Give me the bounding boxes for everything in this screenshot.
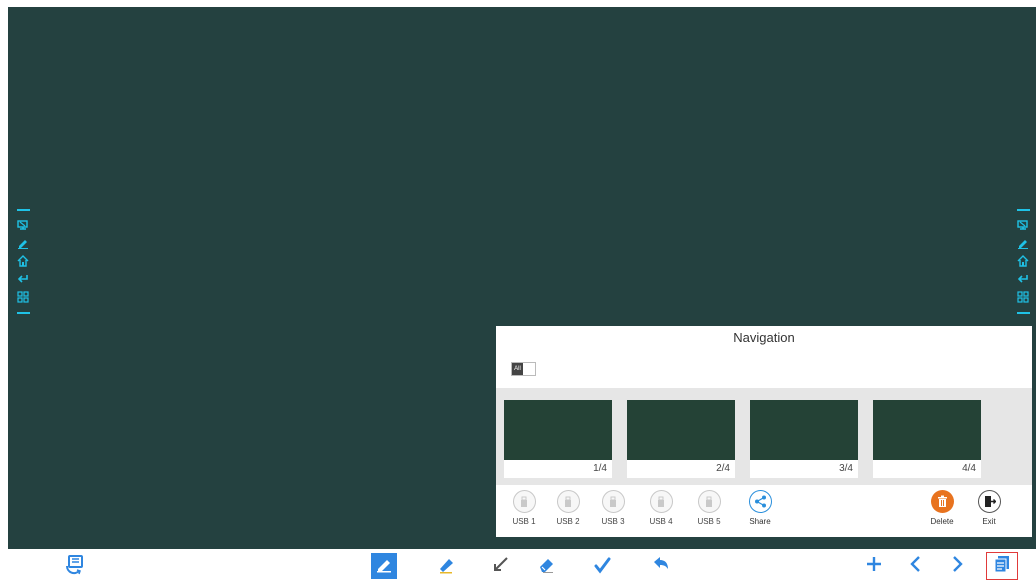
select-tool-button[interactable] [589, 553, 615, 579]
all-toggle-label: All [512, 363, 523, 375]
pen-icon [375, 555, 393, 578]
usb-icon [697, 490, 721, 513]
side-toolbar-handle[interactable] [1016, 312, 1030, 314]
eraser-icon [537, 554, 557, 579]
pen-icon[interactable] [1016, 236, 1030, 250]
highlighter-tool-button[interactable] [433, 553, 459, 579]
delete-label: Delete [930, 517, 954, 526]
undo-button[interactable] [648, 553, 674, 579]
page-preview [750, 400, 858, 460]
page-thumbnail[interactable]: 1/4 [504, 400, 612, 478]
next-page-icon [949, 555, 965, 578]
share-label: Share [749, 517, 771, 526]
share-icon [748, 490, 772, 513]
eraser-tool-button[interactable] [534, 553, 560, 579]
page-number: 4/4 [962, 463, 976, 474]
screen-switch-icon[interactable] [1016, 218, 1030, 232]
sync-icon [64, 553, 86, 580]
usb-4-button[interactable]: USB 4 [641, 490, 681, 526]
side-toolbar-handle[interactable] [16, 209, 30, 211]
pointer-tool-button[interactable] [488, 553, 514, 579]
add-page-icon [865, 555, 883, 578]
next-page-button[interactable] [944, 553, 970, 579]
usb-icon [512, 490, 536, 513]
select-check-icon [592, 554, 612, 579]
side-toolbar-handle[interactable] [1016, 209, 1030, 211]
page-thumbnails: 1/4 2/4 3/4 4/4 [496, 388, 1032, 485]
page-preview [504, 400, 612, 460]
exit-button[interactable]: Exit [969, 490, 1009, 526]
usb-1-button[interactable]: USB 1 [504, 490, 544, 526]
trash-icon [930, 490, 954, 513]
page-thumbnail[interactable]: 4/4 [873, 400, 981, 478]
usb-4-label: USB 4 [649, 517, 673, 526]
usb-2-button[interactable]: USB 2 [548, 490, 588, 526]
all-toggle[interactable]: All [511, 362, 536, 376]
navigation-actions: USB 1 USB 2 USB 3 USB 4 USB 5 Share Dele… [496, 487, 1032, 531]
navigation-title: Navigation [733, 330, 795, 345]
exit-icon [977, 490, 1001, 513]
screen-switch-icon[interactable] [16, 218, 30, 232]
pointer-arrow-icon [492, 555, 510, 578]
page-preview [627, 400, 735, 460]
usb-icon [649, 490, 673, 513]
pen-tool-button[interactable] [371, 553, 397, 579]
add-page-button[interactable] [861, 553, 887, 579]
page-number: 3/4 [839, 463, 853, 474]
sync-button[interactable] [62, 553, 88, 579]
undo-icon [651, 554, 671, 579]
usb-5-button[interactable]: USB 5 [689, 490, 729, 526]
page-navigation-button[interactable] [986, 552, 1018, 580]
home-icon[interactable] [1016, 254, 1030, 268]
page-number: 1/4 [593, 463, 607, 474]
page-preview [873, 400, 981, 460]
previous-page-icon [908, 555, 924, 578]
usb-3-button[interactable]: USB 3 [593, 490, 633, 526]
home-icon[interactable] [16, 254, 30, 268]
delete-button[interactable]: Delete [922, 490, 962, 526]
page-thumbnail[interactable]: 3/4 [750, 400, 858, 478]
page-thumbnail[interactable]: 2/4 [627, 400, 735, 478]
apps-icon[interactable] [16, 290, 30, 304]
page-number: 2/4 [716, 463, 730, 474]
usb-1-label: USB 1 [512, 517, 536, 526]
pen-icon[interactable] [16, 236, 30, 250]
highlighter-icon [436, 554, 456, 579]
share-button[interactable]: Share [740, 490, 780, 526]
back-icon[interactable] [16, 272, 30, 286]
usb-2-label: USB 2 [556, 517, 580, 526]
usb-5-label: USB 5 [697, 517, 721, 526]
back-icon[interactable] [1016, 272, 1030, 286]
navigation-panel: Navigation All 1/4 2/4 3/4 4/4 USB 1 USB… [496, 326, 1032, 537]
exit-label: Exit [982, 517, 996, 526]
bottom-toolbar [0, 549, 1036, 582]
usb-icon [556, 490, 580, 513]
right-side-toolbar [1016, 208, 1030, 314]
usb-icon [601, 490, 625, 513]
side-toolbar-handle[interactable] [16, 312, 30, 314]
previous-page-button[interactable] [903, 553, 929, 579]
page-navigation-icon [993, 555, 1011, 578]
left-side-toolbar [16, 208, 30, 314]
usb-3-label: USB 3 [601, 517, 625, 526]
apps-icon[interactable] [1016, 290, 1030, 304]
